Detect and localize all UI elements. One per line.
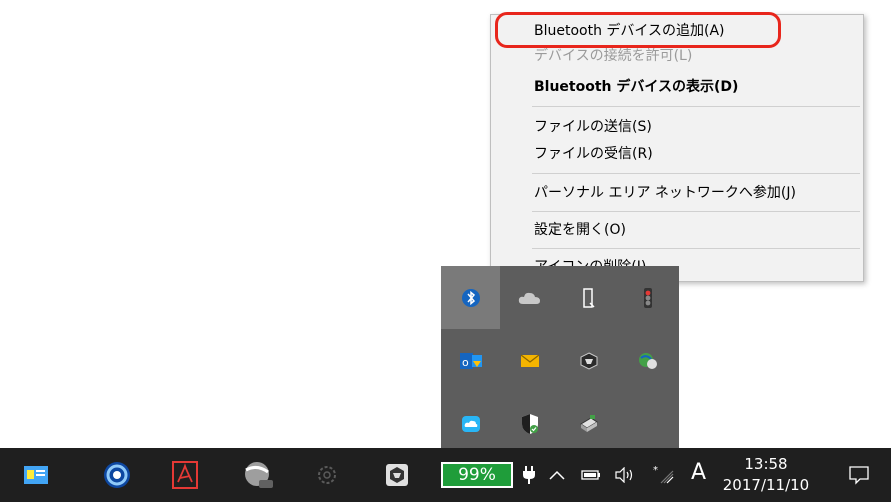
- action-center-notification-icon[interactable]: [846, 460, 872, 490]
- traffic-light-tray-button[interactable]: [618, 266, 677, 329]
- app-cube-icon: [580, 351, 597, 370]
- menu-separator: [532, 106, 860, 107]
- security-shield-icon: [521, 413, 538, 434]
- battery-percent-badge[interactable]: 99%: [441, 462, 513, 488]
- security-shield-tray-button[interactable]: [500, 392, 559, 455]
- sync-app-icon: [104, 462, 130, 488]
- menu-item-join-personal-area-network[interactable]: パーソナル エリア ネットワークへ参加(J): [491, 181, 863, 206]
- battery-glyph: [581, 470, 600, 480]
- menu-item-allow-connection: デバイスの接続を許可(L): [534, 48, 693, 64]
- mail-tray-button[interactable]: [500, 329, 559, 392]
- volume-speaker-icon[interactable]: [612, 460, 638, 490]
- outlook-icon: o: [459, 352, 482, 369]
- menu-separator: [532, 211, 860, 212]
- svg-text:*: *: [653, 465, 658, 476]
- chevron-up-glyph: [549, 470, 565, 480]
- gear-outline-icon: [318, 466, 336, 484]
- usb-drive-tray-button[interactable]: [559, 266, 618, 329]
- menu-separator: [532, 248, 860, 249]
- app-cube-tray-button[interactable]: [559, 329, 618, 392]
- show-hidden-icons-chevron-up-icon[interactable]: [546, 460, 568, 490]
- app-cube-icon: [386, 464, 408, 486]
- system-clock[interactable]: 13:58 2017/11/10: [721, 454, 811, 496]
- clock-time: 13:58: [744, 455, 788, 473]
- bluetooth-icon: [461, 288, 480, 307]
- chat-globe-icon: [638, 352, 657, 369]
- taskbar: 99% * A 13:58 2017/11/10: [0, 448, 891, 502]
- desktop: Bluetooth デバイスの追加(A) デバイスの接続を許可(L) Bluet…: [0, 0, 891, 502]
- tray-overflow-panel: o: [441, 266, 679, 448]
- svg-text:o: o: [462, 356, 469, 369]
- contact-card-icon: [24, 466, 48, 484]
- wifi-glyph: *: [653, 465, 674, 484]
- notification-glyph: [849, 466, 869, 485]
- bluetooth-context-menu: Bluetooth デバイスの追加(A) デバイスの接続を許可(L) Bluet…: [490, 14, 864, 282]
- menu-item-send-file[interactable]: ファイルの送信(S): [491, 115, 863, 140]
- chat-globe-tray-button[interactable]: [618, 329, 677, 392]
- pdf-reader-icon: [172, 461, 198, 489]
- menu-separator: [532, 173, 860, 174]
- power-plug-icon[interactable]: [520, 460, 538, 490]
- taskbar-app-google-earth[interactable]: [236, 448, 280, 502]
- clock-date: 2017/11/10: [722, 476, 810, 494]
- wifi-disconnected-icon[interactable]: *: [651, 460, 677, 490]
- plug-glyph: [523, 466, 535, 484]
- bluetooth-tray-button[interactable]: [441, 266, 500, 329]
- onedrive-icon: [518, 292, 540, 304]
- cloud-app-tray-button[interactable]: [441, 392, 500, 455]
- menu-item-open-settings[interactable]: 設定を開く(O): [491, 218, 863, 243]
- menu-item-add-bluetooth-device[interactable]: Bluetooth デバイスの追加(A): [491, 19, 863, 44]
- outlook-tray-button[interactable]: o: [441, 329, 500, 392]
- onedrive-tray-button[interactable]: [500, 266, 559, 329]
- usb-drive-icon: [582, 287, 595, 308]
- printer-icon: [579, 414, 598, 432]
- menu-item-show-bluetooth-devices[interactable]: Bluetooth デバイスの表示(D): [491, 75, 863, 100]
- traffic-light-icon: [643, 287, 652, 308]
- taskbar-app-cube[interactable]: [375, 448, 419, 502]
- mail-icon: [520, 354, 539, 367]
- globe-pro-icon: [245, 462, 273, 488]
- cloud-app-icon: [461, 415, 480, 432]
- printer-tray-button[interactable]: [559, 392, 618, 455]
- ime-mode-indicator[interactable]: A: [691, 460, 706, 485]
- menu-item-receive-file[interactable]: ファイルの受信(R): [491, 142, 863, 167]
- taskbar-app-contacts[interactable]: [14, 448, 58, 502]
- taskbar-app-sync[interactable]: [95, 448, 139, 502]
- speaker-glyph: [615, 467, 633, 483]
- taskbar-app-settings-gear[interactable]: [305, 448, 349, 502]
- battery-icon[interactable]: [580, 460, 602, 490]
- taskbar-app-acrobat[interactable]: [163, 448, 207, 502]
